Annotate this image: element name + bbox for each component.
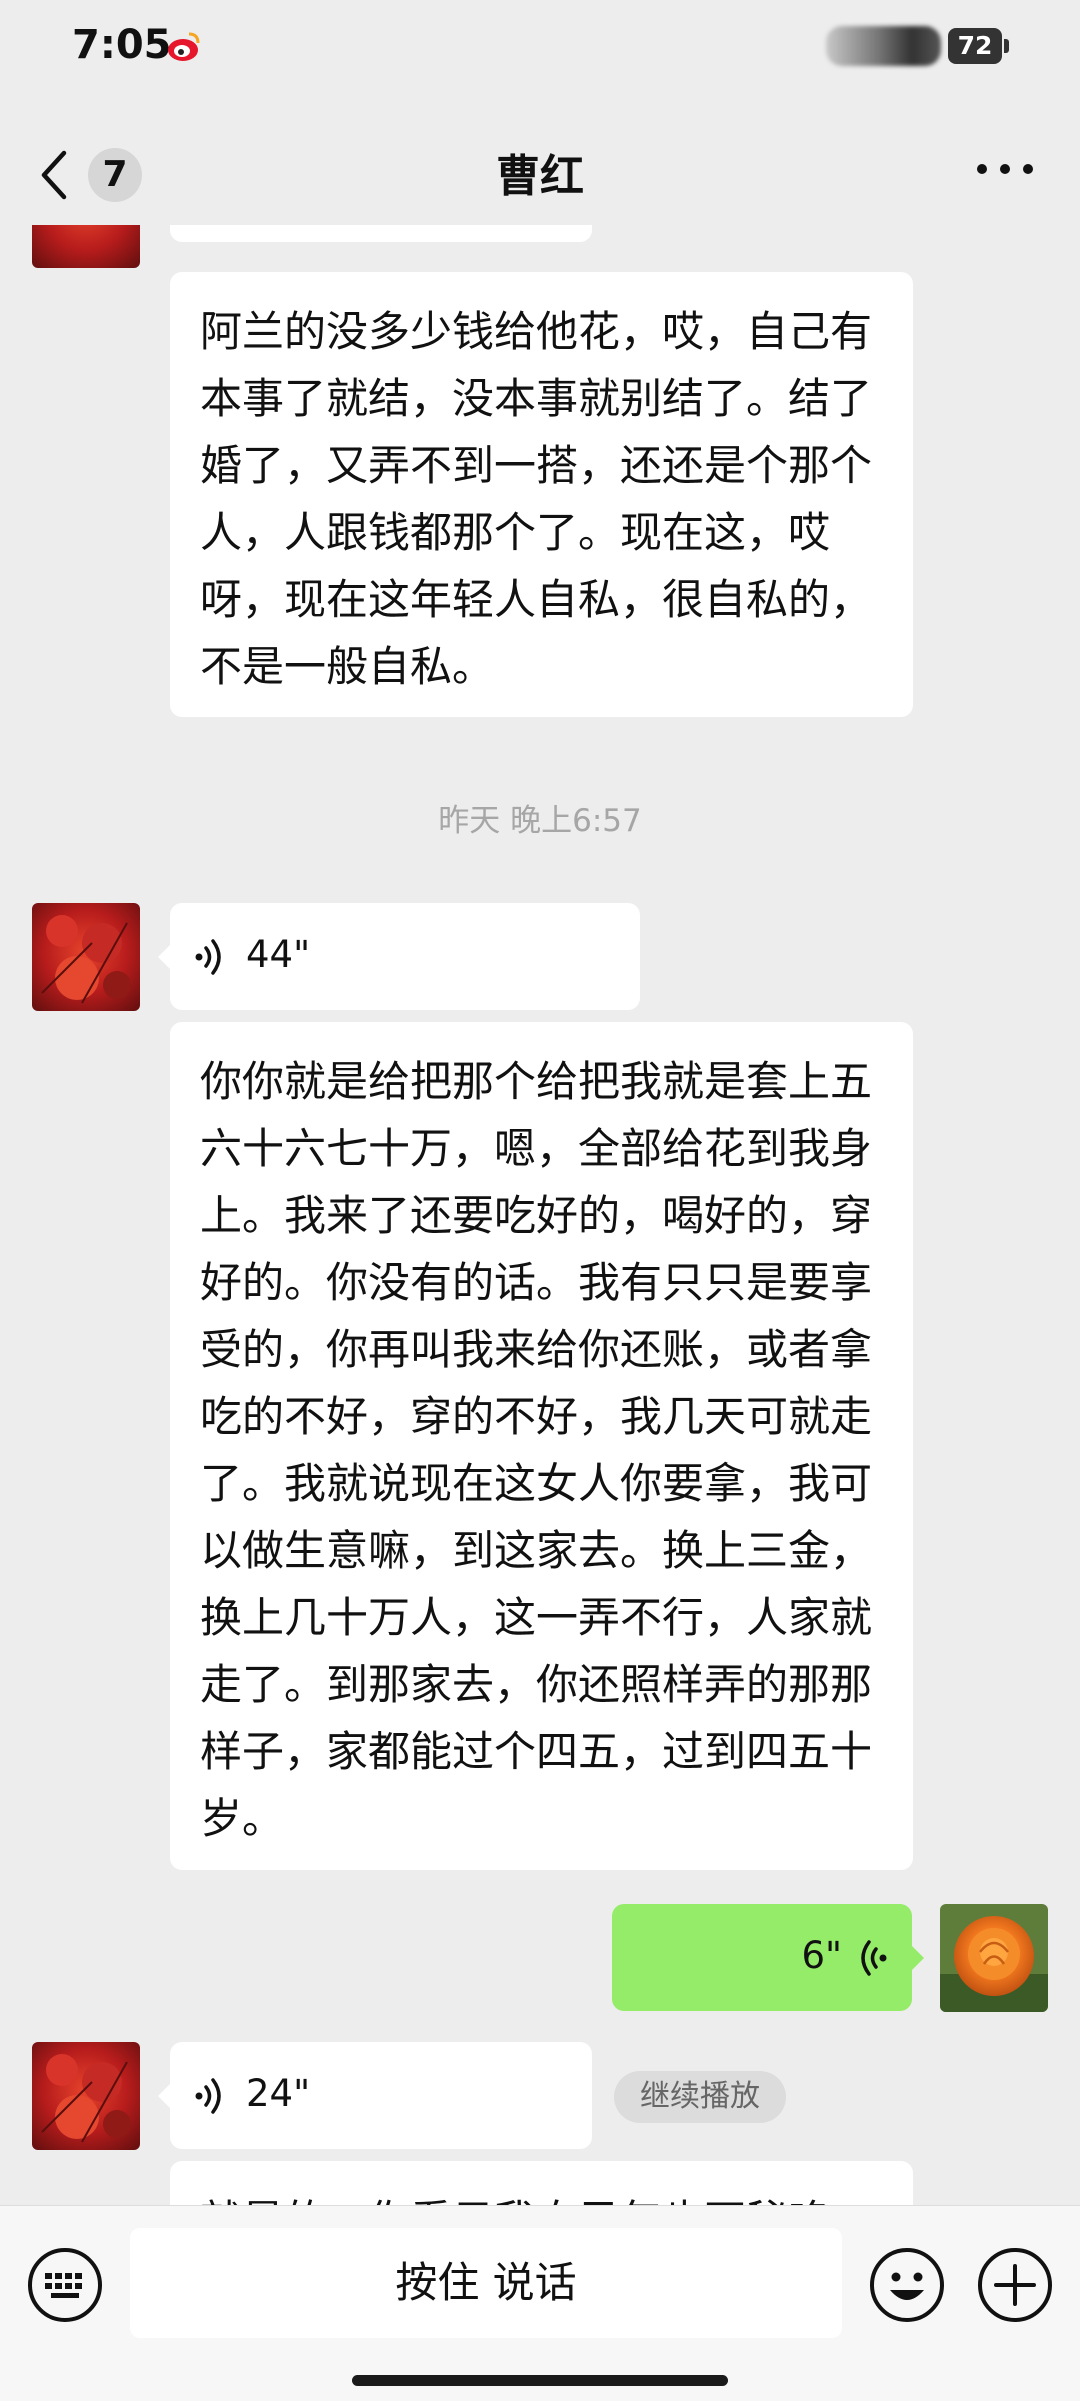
emoji-icon [870,2248,944,2322]
voice-message-24[interactable]: 24" [170,2042,592,2149]
keyboard-toggle-button[interactable] [26,2246,104,2324]
voice-wave-icon [195,2078,221,2114]
message-list[interactable]: 阿兰的没多少钱给他花，哎，自己有本事了就结，没本事就别结了。结了婚了，又弄不到一… [0,225,1080,2205]
message-text: 你你就是给把那个给把我就是套上五六十六七十万，嗯，全部给花到我身上。我来了还要吃… [200,1057,873,1843]
chat-title: 曹红 [496,151,584,202]
voice-duration: 44" [246,933,311,976]
voice-wave-icon [861,1940,887,1976]
status-time: 7:05 [72,22,172,68]
home-indicator[interactable] [352,2375,728,2386]
battery-indicator: 72 [948,28,1002,64]
message-bubble-partial[interactable]: 就是的，你看只我自己年也不秘咯， [170,2161,913,2205]
bubble-tail [158,2084,170,2108]
more-actions-button[interactable] [976,2246,1054,2324]
message-text: 就是的，你看只我自己年也不秘咯， [170,2161,913,2205]
voice-message-44[interactable]: 44" [170,903,640,1010]
message-bubble-partial[interactable] [170,225,592,242]
continue-playing-button[interactable]: 继续播放 [614,2071,786,2123]
timestamp: 昨天 晚上6:57 [438,803,642,839]
hold-to-talk-button[interactable]: 按住 说话 [130,2228,842,2338]
weibo-icon [168,32,200,61]
my-voice-message[interactable]: 6" [612,1904,912,2011]
emoji-button[interactable] [868,2246,946,2324]
more-options-button[interactable] [970,144,1040,194]
contact-avatar[interactable] [32,2042,140,2150]
contact-avatar[interactable] [32,225,140,268]
bubble-tail [158,945,170,969]
my-avatar[interactable] [940,1904,1048,2012]
voice-wave-icon [195,939,221,975]
voice-duration: 24" [246,2072,311,2115]
chat-header: 7 曹红 [0,110,1080,225]
battery-cap [1004,39,1009,53]
contact-avatar[interactable] [32,903,140,1011]
keyboard-icon [28,2248,102,2322]
message-text: 阿兰的没多少钱给他花，哎，自己有本事了就结，没本事就别结了。结了婚了，又弄不到一… [200,307,873,691]
more-dots-icon [977,164,1033,174]
status-bar: 7:05 72 [0,0,1080,110]
input-bar: 按住 说话 [0,2205,1080,2401]
plus-icon [978,2248,1052,2322]
message-bubble[interactable]: 你你就是给把那个给把我就是套上五六十六七十万，嗯，全部给花到我身上。我来了还要吃… [170,1022,913,1870]
voice-duration: 6" [801,1934,842,1977]
signal-wifi-blurred [826,26,941,66]
message-bubble[interactable]: 阿兰的没多少钱给他花，哎，自己有本事了就结，没本事就别结了。结了婚了，又弄不到一… [170,272,913,717]
bubble-tail [912,1946,924,1970]
